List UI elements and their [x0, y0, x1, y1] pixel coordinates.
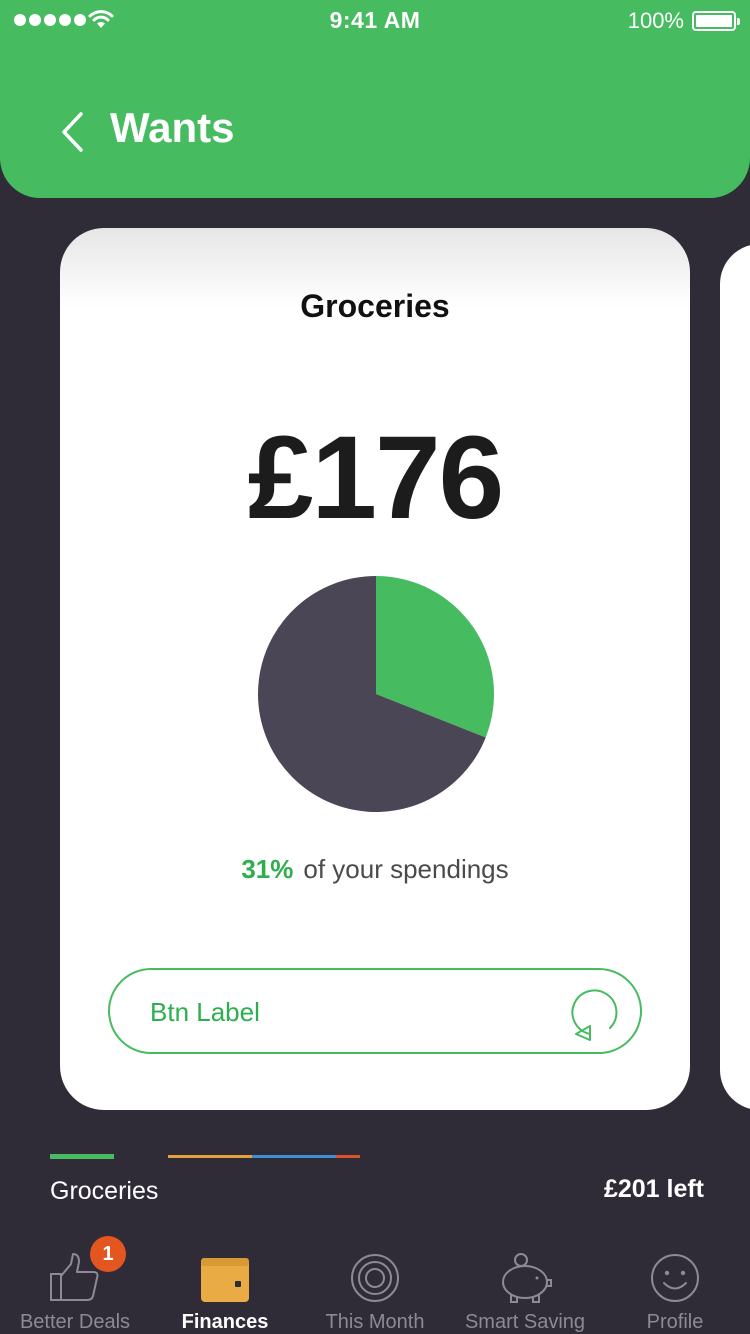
page-title: Wants — [110, 104, 235, 151]
tab-smart-saving[interactable]: Smart Saving — [450, 1240, 600, 1334]
tab-label: This Month — [325, 1311, 425, 1333]
status-bar: 9:41 AM 100% — [0, 0, 750, 40]
progress-bar-active — [50, 1154, 114, 1159]
tab-label: Smart Saving — [464, 1311, 586, 1333]
screen: 9:41 AM 100% Wants Groceries £176 31% of … — [0, 0, 750, 1334]
tab-bar: 1 Better Deals Finances This Month Smart… — [0, 1236, 750, 1334]
chevron-left-icon — [62, 112, 83, 152]
tab-better-deals[interactable]: 1 Better Deals — [0, 1236, 150, 1334]
progress-bar-categories — [168, 1155, 360, 1158]
tab-this-month[interactable]: This Month — [300, 1240, 450, 1334]
spent-amount: £176 — [247, 412, 505, 544]
back-button[interactable] — [52, 104, 92, 160]
piggy-bank-icon — [502, 1253, 552, 1303]
budget-category-label: Groceries — [50, 1177, 159, 1205]
notification-badge: 1 — [90, 1236, 126, 1272]
card-action-label: Btn Label — [150, 997, 260, 1027]
battery-percent: 100% — [627, 8, 684, 33]
header: 9:41 AM 100% Wants — [0, 0, 750, 198]
percent-value: 31% — [241, 854, 294, 884]
tab-profile[interactable]: Profile — [600, 1240, 750, 1334]
tab-label: Better Deals — [19, 1311, 131, 1333]
wallet-icon — [201, 1258, 249, 1302]
spending-pie-chart — [258, 576, 494, 812]
battery-icon — [692, 11, 740, 31]
progress-segment — [252, 1155, 336, 1158]
tab-label: Finances — [181, 1311, 269, 1333]
next-card-peek[interactable] — [720, 244, 750, 1110]
budget-left-label: £201 left — [603, 1175, 704, 1203]
progress-segment — [336, 1155, 360, 1158]
tab-label: Profile — [646, 1311, 704, 1333]
card-title: Groceries — [300, 288, 450, 324]
card-action-button[interactable]: Btn Label — [108, 968, 642, 1054]
progress-segment — [168, 1155, 252, 1158]
smiley-icon — [651, 1254, 699, 1302]
percent-line: 31% of your spendings — [0, 854, 750, 885]
percent-suffix: of your spendings — [303, 854, 509, 884]
target-icon — [351, 1254, 399, 1302]
tab-finances[interactable]: Finances — [150, 1240, 300, 1334]
refresh-icon — [571, 989, 618, 1041]
